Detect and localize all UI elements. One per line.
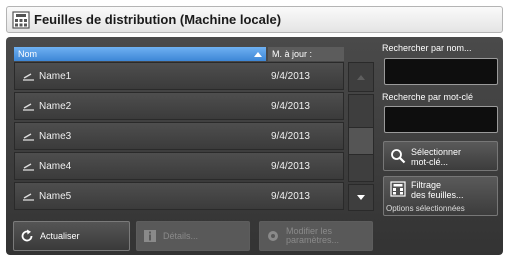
row-name: Name5 [39,190,72,202]
sheet-icon [23,72,34,81]
table-row[interactable]: Name2 9/4/2013 [14,92,344,120]
scroll-up-button[interactable] [348,62,374,92]
filter-line2: des feuilles... [411,190,464,200]
sheet-icon [23,102,34,111]
scroll-down-button[interactable] [348,184,374,211]
search-by-name-input[interactable] [384,58,498,85]
sheet-icon [23,162,34,171]
filter-sheets-icon [390,181,406,197]
select-keyword-button[interactable]: Sélectionner mot-clé... [383,141,498,171]
scrollbar-thumb[interactable] [348,127,374,155]
sheet-icon [23,132,34,141]
column-header-date-label: M. à jour : [272,49,313,59]
distribution-sheet-icon [12,10,30,29]
column-header-name-label: Nom [18,49,38,59]
row-name: Name4 [39,160,72,172]
chevron-up-icon [357,74,365,80]
row-date: 9/4/2013 [271,70,310,82]
sheet-icon [23,192,34,201]
distribution-panel: Nom M. à jour : Name1 9/4/2013 Name2 9/4… [6,37,503,255]
search-by-keyword-label: Recherche par mot-clé [382,92,474,102]
refresh-label: Actualiser [40,231,80,241]
table-row[interactable]: Name3 9/4/2013 [14,122,344,150]
select-keyword-line1: Sélectionner [411,147,462,157]
select-keyword-line2: mot-clé... [411,157,449,167]
refresh-icon [21,229,33,242]
row-name: Name2 [39,100,72,112]
column-header-date[interactable]: M. à jour : [268,47,344,61]
sort-ascending-icon [254,51,262,57]
table-row[interactable]: Name5 9/4/2013 [14,182,344,210]
details-button[interactable]: Détails... [136,221,250,251]
row-date: 9/4/2013 [271,100,310,112]
row-date: 9/4/2013 [271,190,310,202]
settings-icon [268,231,278,241]
modify-settings-button[interactable]: Modifier les paramètres... [259,221,373,251]
title-bar: Feuilles de distribution (Machine locale… [6,6,503,33]
details-label: Détails... [163,231,199,241]
table-row[interactable]: Name1 9/4/2013 [14,62,344,90]
table-row[interactable]: Name4 9/4/2013 [14,152,344,180]
modify-line2: paramètres... [286,235,340,245]
filter-line1: Filtrage [411,180,442,190]
search-by-keyword-input[interactable] [384,106,498,133]
refresh-button[interactable]: Actualiser [13,221,130,251]
column-header-name[interactable]: Nom [14,47,266,61]
search-icon [391,149,406,164]
search-by-name-label: Rechercher par nom... [382,43,472,53]
row-date: 9/4/2013 [271,130,310,142]
chevron-down-icon [357,195,365,200]
row-date: 9/4/2013 [271,160,310,172]
row-name: Name1 [39,70,72,82]
window-title: Feuilles de distribution (Machine locale… [34,12,282,27]
row-name: Name3 [39,130,72,142]
filter-sheets-button[interactable]: Filtrage des feuilles... Options sélecti… [383,176,498,216]
details-icon [144,230,156,242]
filter-status: Options sélectionnées [386,204,465,213]
